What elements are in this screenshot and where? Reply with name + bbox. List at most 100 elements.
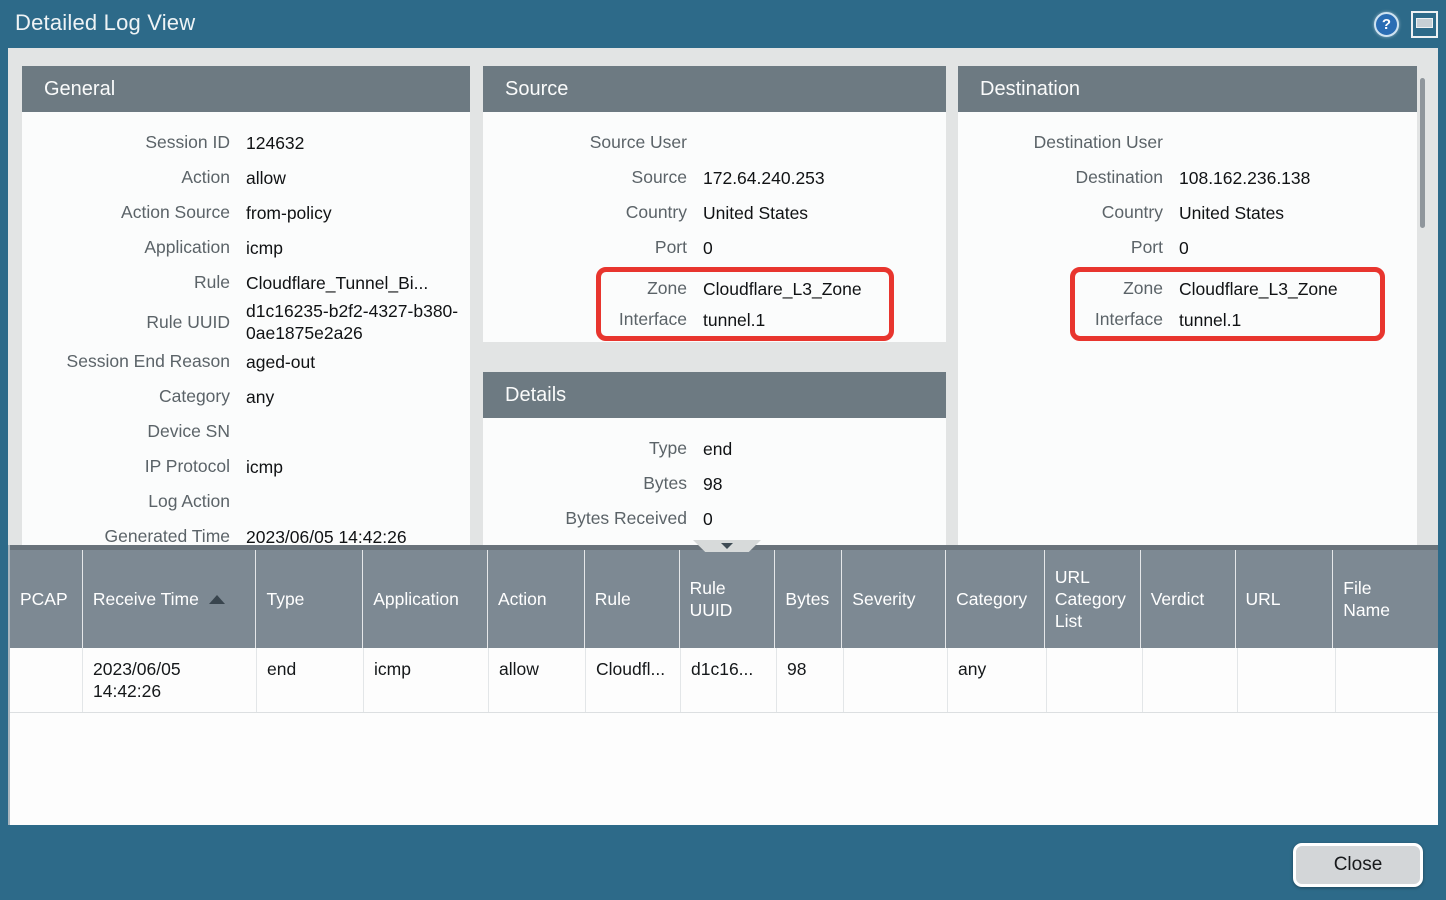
field-label: Session End Reason bbox=[22, 351, 230, 372]
log-detail-panels-area: General Session ID 124632 Action allow A… bbox=[8, 48, 1438, 545]
field-value: from-policy bbox=[246, 202, 470, 224]
column-header-label: Verdict bbox=[1151, 588, 1205, 610]
destination-panel-title: Destination bbox=[958, 66, 1417, 112]
source-address-row: Source 172.64.240.253 bbox=[483, 160, 946, 195]
sort-ascending-icon bbox=[209, 595, 225, 604]
field-value: icmp bbox=[246, 456, 470, 478]
field-label: Source User bbox=[483, 132, 687, 153]
column-header-rule[interactable]: Rule bbox=[585, 550, 680, 648]
field-value: any bbox=[246, 386, 470, 408]
field-value: d1c16235-b2f2-4327-b380-0ae1875e2a26 bbox=[246, 300, 470, 344]
column-header-label: File Name bbox=[1343, 577, 1390, 621]
destination-user-row: Destination User bbox=[958, 125, 1417, 160]
cell-category: any bbox=[948, 648, 1047, 712]
column-header-label: Rule bbox=[595, 588, 631, 610]
column-header-label: Rule UUID bbox=[690, 577, 767, 621]
device-sn-row: Device SN bbox=[22, 414, 470, 449]
column-header-pcap[interactable]: PCAP bbox=[10, 550, 83, 648]
bytes-row: Bytes 98 bbox=[483, 466, 946, 501]
column-header-rule-uuid[interactable]: Rule UUID bbox=[680, 550, 776, 648]
field-value: United States bbox=[1179, 202, 1284, 224]
table-header-row: PCAP Receive Time Type Application Actio… bbox=[10, 545, 1438, 648]
detailed-log-view-dialog: Detailed Log View ? General Session ID 1… bbox=[0, 0, 1446, 900]
table-row[interactable]: 2023/06/05 14:42:26 end icmp allow Cloud… bbox=[10, 648, 1438, 713]
general-panel-title: General bbox=[22, 66, 470, 112]
destination-country-row: Country United States bbox=[958, 195, 1417, 230]
field-label: Bytes bbox=[483, 473, 687, 494]
field-value: 98 bbox=[703, 473, 722, 495]
column-header-verdict[interactable]: Verdict bbox=[1141, 550, 1236, 648]
source-panel: Source Source User Source 172.64.240.253… bbox=[483, 66, 946, 342]
destination-port-row: Port 0 bbox=[958, 230, 1417, 265]
field-label: Country bbox=[958, 202, 1163, 223]
destination-panel-body: Destination User Destination 108.162.236… bbox=[958, 112, 1417, 341]
generated-time-row: Generated Time 2023/06/05 14:42:26 bbox=[22, 519, 470, 545]
source-zone-row: Zone Cloudflare_L3_Zone bbox=[601, 273, 889, 304]
session-id-row: Session ID 124632 bbox=[22, 125, 470, 160]
cell-url bbox=[1238, 648, 1336, 712]
column-header-label: PCAP bbox=[20, 588, 68, 610]
close-button[interactable]: Close bbox=[1293, 843, 1423, 887]
field-label: Device SN bbox=[22, 421, 230, 442]
field-label: Country bbox=[483, 202, 687, 223]
field-label: Zone bbox=[1075, 278, 1163, 299]
field-value: aged-out bbox=[246, 351, 470, 373]
chevron-down-icon bbox=[721, 543, 733, 549]
column-header-label: URL Category List bbox=[1055, 566, 1132, 632]
column-header-action[interactable]: Action bbox=[488, 550, 585, 648]
field-label: Category bbox=[22, 386, 230, 407]
cell-bytes: 98 bbox=[777, 648, 844, 712]
source-panel-title: Source bbox=[483, 66, 946, 112]
column-header-category[interactable]: Category bbox=[946, 550, 1045, 648]
field-label: Type bbox=[483, 438, 687, 459]
field-value: allow bbox=[246, 167, 470, 189]
source-country-row: Country United States bbox=[483, 195, 946, 230]
details-panel: Details Type end Bytes 98 Bytes Received… bbox=[483, 372, 946, 545]
column-header-url[interactable]: URL bbox=[1236, 550, 1334, 648]
details-panel-body: Type end Bytes 98 Bytes Received 0 bbox=[483, 418, 946, 536]
field-value: Cloudflare_L3_Zone bbox=[703, 278, 862, 300]
field-label: Session ID bbox=[22, 132, 230, 153]
field-label: Rule bbox=[22, 272, 230, 293]
rule-row: Rule Cloudflare_Tunnel_Bi... bbox=[22, 265, 470, 300]
column-header-label: Receive Time bbox=[93, 588, 199, 610]
source-user-row: Source User bbox=[483, 125, 946, 160]
column-header-severity[interactable]: Severity bbox=[842, 550, 946, 648]
field-value: 0 bbox=[703, 508, 713, 530]
column-header-receive-time[interactable]: Receive Time bbox=[83, 550, 257, 648]
cell-action: allow bbox=[489, 648, 586, 712]
destination-zone-interface-highlight: Zone Cloudflare_L3_Zone Interface tunnel… bbox=[1070, 267, 1385, 341]
field-label: Port bbox=[958, 237, 1163, 258]
window-restore-glyph bbox=[1416, 18, 1433, 28]
source-zone-interface-highlight: Zone Cloudflare_L3_Zone Interface tunnel… bbox=[596, 267, 894, 341]
cell-pcap bbox=[10, 648, 83, 712]
field-label: Rule UUID bbox=[22, 312, 230, 333]
field-value: 108.162.236.138 bbox=[1179, 167, 1310, 189]
destination-interface-row: Interface tunnel.1 bbox=[1075, 304, 1380, 335]
ip-protocol-row: IP Protocol icmp bbox=[22, 449, 470, 484]
field-label: Destination User bbox=[958, 132, 1163, 153]
field-value: tunnel.1 bbox=[1179, 309, 1241, 331]
column-header-type[interactable]: Type bbox=[256, 550, 363, 648]
field-label: Bytes Received bbox=[483, 508, 687, 529]
field-label: Source bbox=[483, 167, 687, 188]
column-header-file-name[interactable]: File Name bbox=[1333, 550, 1438, 648]
field-label: Zone bbox=[601, 278, 687, 299]
general-panel: General Session ID 124632 Action allow A… bbox=[22, 66, 470, 545]
field-value: tunnel.1 bbox=[703, 309, 765, 331]
column-header-label: Category bbox=[956, 588, 1027, 610]
field-label: Interface bbox=[1075, 309, 1163, 330]
scrollbar-thumb[interactable] bbox=[1420, 78, 1425, 228]
window-restore-icon[interactable] bbox=[1411, 11, 1438, 38]
field-value: 2023/06/05 14:42:26 bbox=[246, 526, 470, 546]
log-action-row: Log Action bbox=[22, 484, 470, 519]
column-header-url-category-list[interactable]: URL Category List bbox=[1045, 550, 1141, 648]
column-header-application[interactable]: Application bbox=[363, 550, 488, 648]
field-label: IP Protocol bbox=[22, 456, 230, 477]
general-panel-body: Session ID 124632 Action allow Action So… bbox=[22, 112, 470, 545]
help-icon[interactable]: ? bbox=[1374, 12, 1399, 37]
cell-file-name bbox=[1336, 648, 1438, 712]
column-header-bytes[interactable]: Bytes bbox=[775, 550, 842, 648]
column-header-label: Type bbox=[266, 588, 304, 610]
field-label: Application bbox=[22, 237, 230, 258]
